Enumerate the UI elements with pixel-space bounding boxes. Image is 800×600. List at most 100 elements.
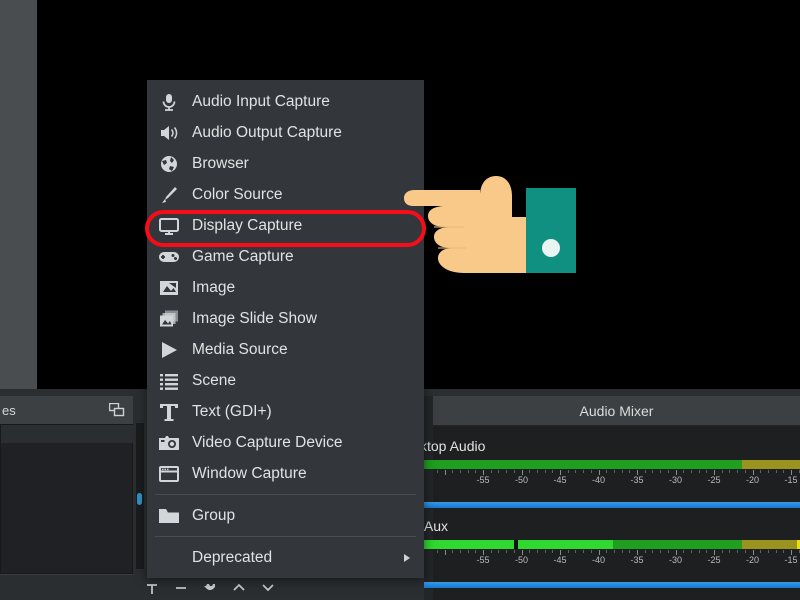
menu-item-image[interactable]: Image [147,272,424,303]
meter-segment-green [424,460,742,469]
add-source-context-menu[interactable]: Audio Input Capture Audio Output Capture… [147,80,424,578]
ruler-tick [737,470,738,473]
ruler-tick [475,550,476,553]
menu-item-scene[interactable]: Scene [147,365,424,396]
paintbrush-icon [156,184,182,206]
meter-segment-bright-green [424,540,514,549]
ruler-tick [468,550,469,553]
menu-item-video-capture-device[interactable]: Video Capture Device [147,427,424,458]
list-item[interactable] [1,425,134,443]
chevron-up-icon[interactable] [231,581,247,597]
audio-mixer-title-bar: Audio Mixer [433,396,800,425]
menu-item-label: Text (GDI+) [192,403,272,421]
undock-icon[interactable] [109,403,125,417]
menu-item-game-capture[interactable]: Game Capture [147,241,424,272]
meter-segment-yellow [742,540,800,549]
ruler-tick [645,470,646,473]
ruler-tick [606,470,607,473]
ruler-tick [652,550,653,553]
gamepad-icon [156,246,182,268]
dock-splitter[interactable] [133,389,147,600]
plus-icon[interactable] [144,581,160,597]
menu-item-media-source[interactable]: Media Source [147,334,424,365]
meter-segment-green [613,540,742,549]
menu-item-display-capture[interactable]: Display Capture [147,210,424,241]
ruler-tick [545,550,546,553]
ruler-tick [760,550,761,553]
ruler-tick [683,470,684,473]
audio-mixer-body: sktop Audio -55-50-45-40-35-30-25-20-15 … [433,426,800,600]
ruler-label: -45 [554,475,567,485]
ruler-tick [460,470,461,473]
ruler-label: -40 [592,475,605,485]
ruler-tick [745,470,746,473]
menu-item-audio-input-capture[interactable]: Audio Input Capture [147,86,424,117]
ruler-tick [591,470,592,473]
ruler-tick [660,550,661,553]
volume-slider-fill [424,502,800,508]
menu-item-label: Display Capture [192,217,302,235]
ruler-label: -50 [515,555,528,565]
ruler-label: -30 [669,475,682,485]
menu-item-image-slide-show[interactable]: Image Slide Show [147,303,424,334]
volume-slider[interactable] [424,502,800,508]
monitor-icon [156,215,182,237]
audio-mixer-dock: Audio Mixer sktop Audio -55-50-45-40-35-… [424,396,800,600]
globe-icon [156,153,182,175]
menu-item-label: Scene [192,372,236,390]
ruler-tick [683,550,684,553]
menu-item-label: Color Source [192,186,282,204]
gear-icon[interactable] [202,581,218,597]
menu-item-label: Image Slide Show [192,310,317,328]
ruler-tick [445,550,446,555]
ruler-tick [691,470,692,473]
ruler-tick [514,550,515,553]
ruler-tick [529,470,530,473]
meter-segment-bright-green [518,540,613,549]
ruler-tick [575,470,576,473]
ruler-label: -55 [477,475,490,485]
menu-item-group[interactable]: Group [147,500,424,531]
ruler-tick [591,550,592,553]
menu-item-label: Browser [192,155,249,173]
ruler-tick [691,550,692,553]
ruler-tick [468,470,469,473]
ruler-tick [783,550,784,553]
chevron-down-icon[interactable] [260,581,276,597]
ruler-label: -25 [708,555,721,565]
ruler-tick [568,470,569,473]
ruler-tick [645,550,646,553]
menu-item-color-source[interactable]: Color Source [147,179,424,210]
menu-item-audio-output-capture[interactable]: Audio Output Capture [147,117,424,148]
menu-item-browser[interactable]: Browser [147,148,424,179]
menu-item-deprecated[interactable]: Deprecated [147,542,424,573]
text-t-icon [156,401,182,423]
ruler-tick [514,470,515,473]
audio-mixer-title: Audio Mixer [580,403,654,419]
speaker-icon [156,122,182,144]
ruler-label: -20 [746,475,759,485]
volume-slider[interactable] [424,582,800,588]
list-icon [156,370,182,392]
menu-item-text-gdi[interactable]: Text (GDI+) [147,396,424,427]
ruler-tick [498,550,499,553]
ruler-tick [491,470,492,473]
ruler-tick [699,470,700,473]
menu-item-window-capture[interactable]: Window Capture [147,458,424,489]
ruler-label: -35 [631,475,644,485]
dock-splitter-handle[interactable] [137,493,142,505]
sources-list[interactable] [0,424,133,574]
ruler-tick [706,550,707,553]
play-triangle-icon [156,339,182,361]
ruler-tick [437,550,438,553]
ruler-tick [699,550,700,553]
ruler-tick [745,550,746,553]
ruler-label: -40 [592,555,605,565]
image-icon [156,277,182,299]
ruler-tick [552,470,553,473]
ruler-label: -50 [515,475,528,485]
ruler-tick [776,470,777,473]
ruler-tick [529,550,530,553]
obs-studio-window: es [0,0,800,600]
minus-icon[interactable] [173,581,189,597]
